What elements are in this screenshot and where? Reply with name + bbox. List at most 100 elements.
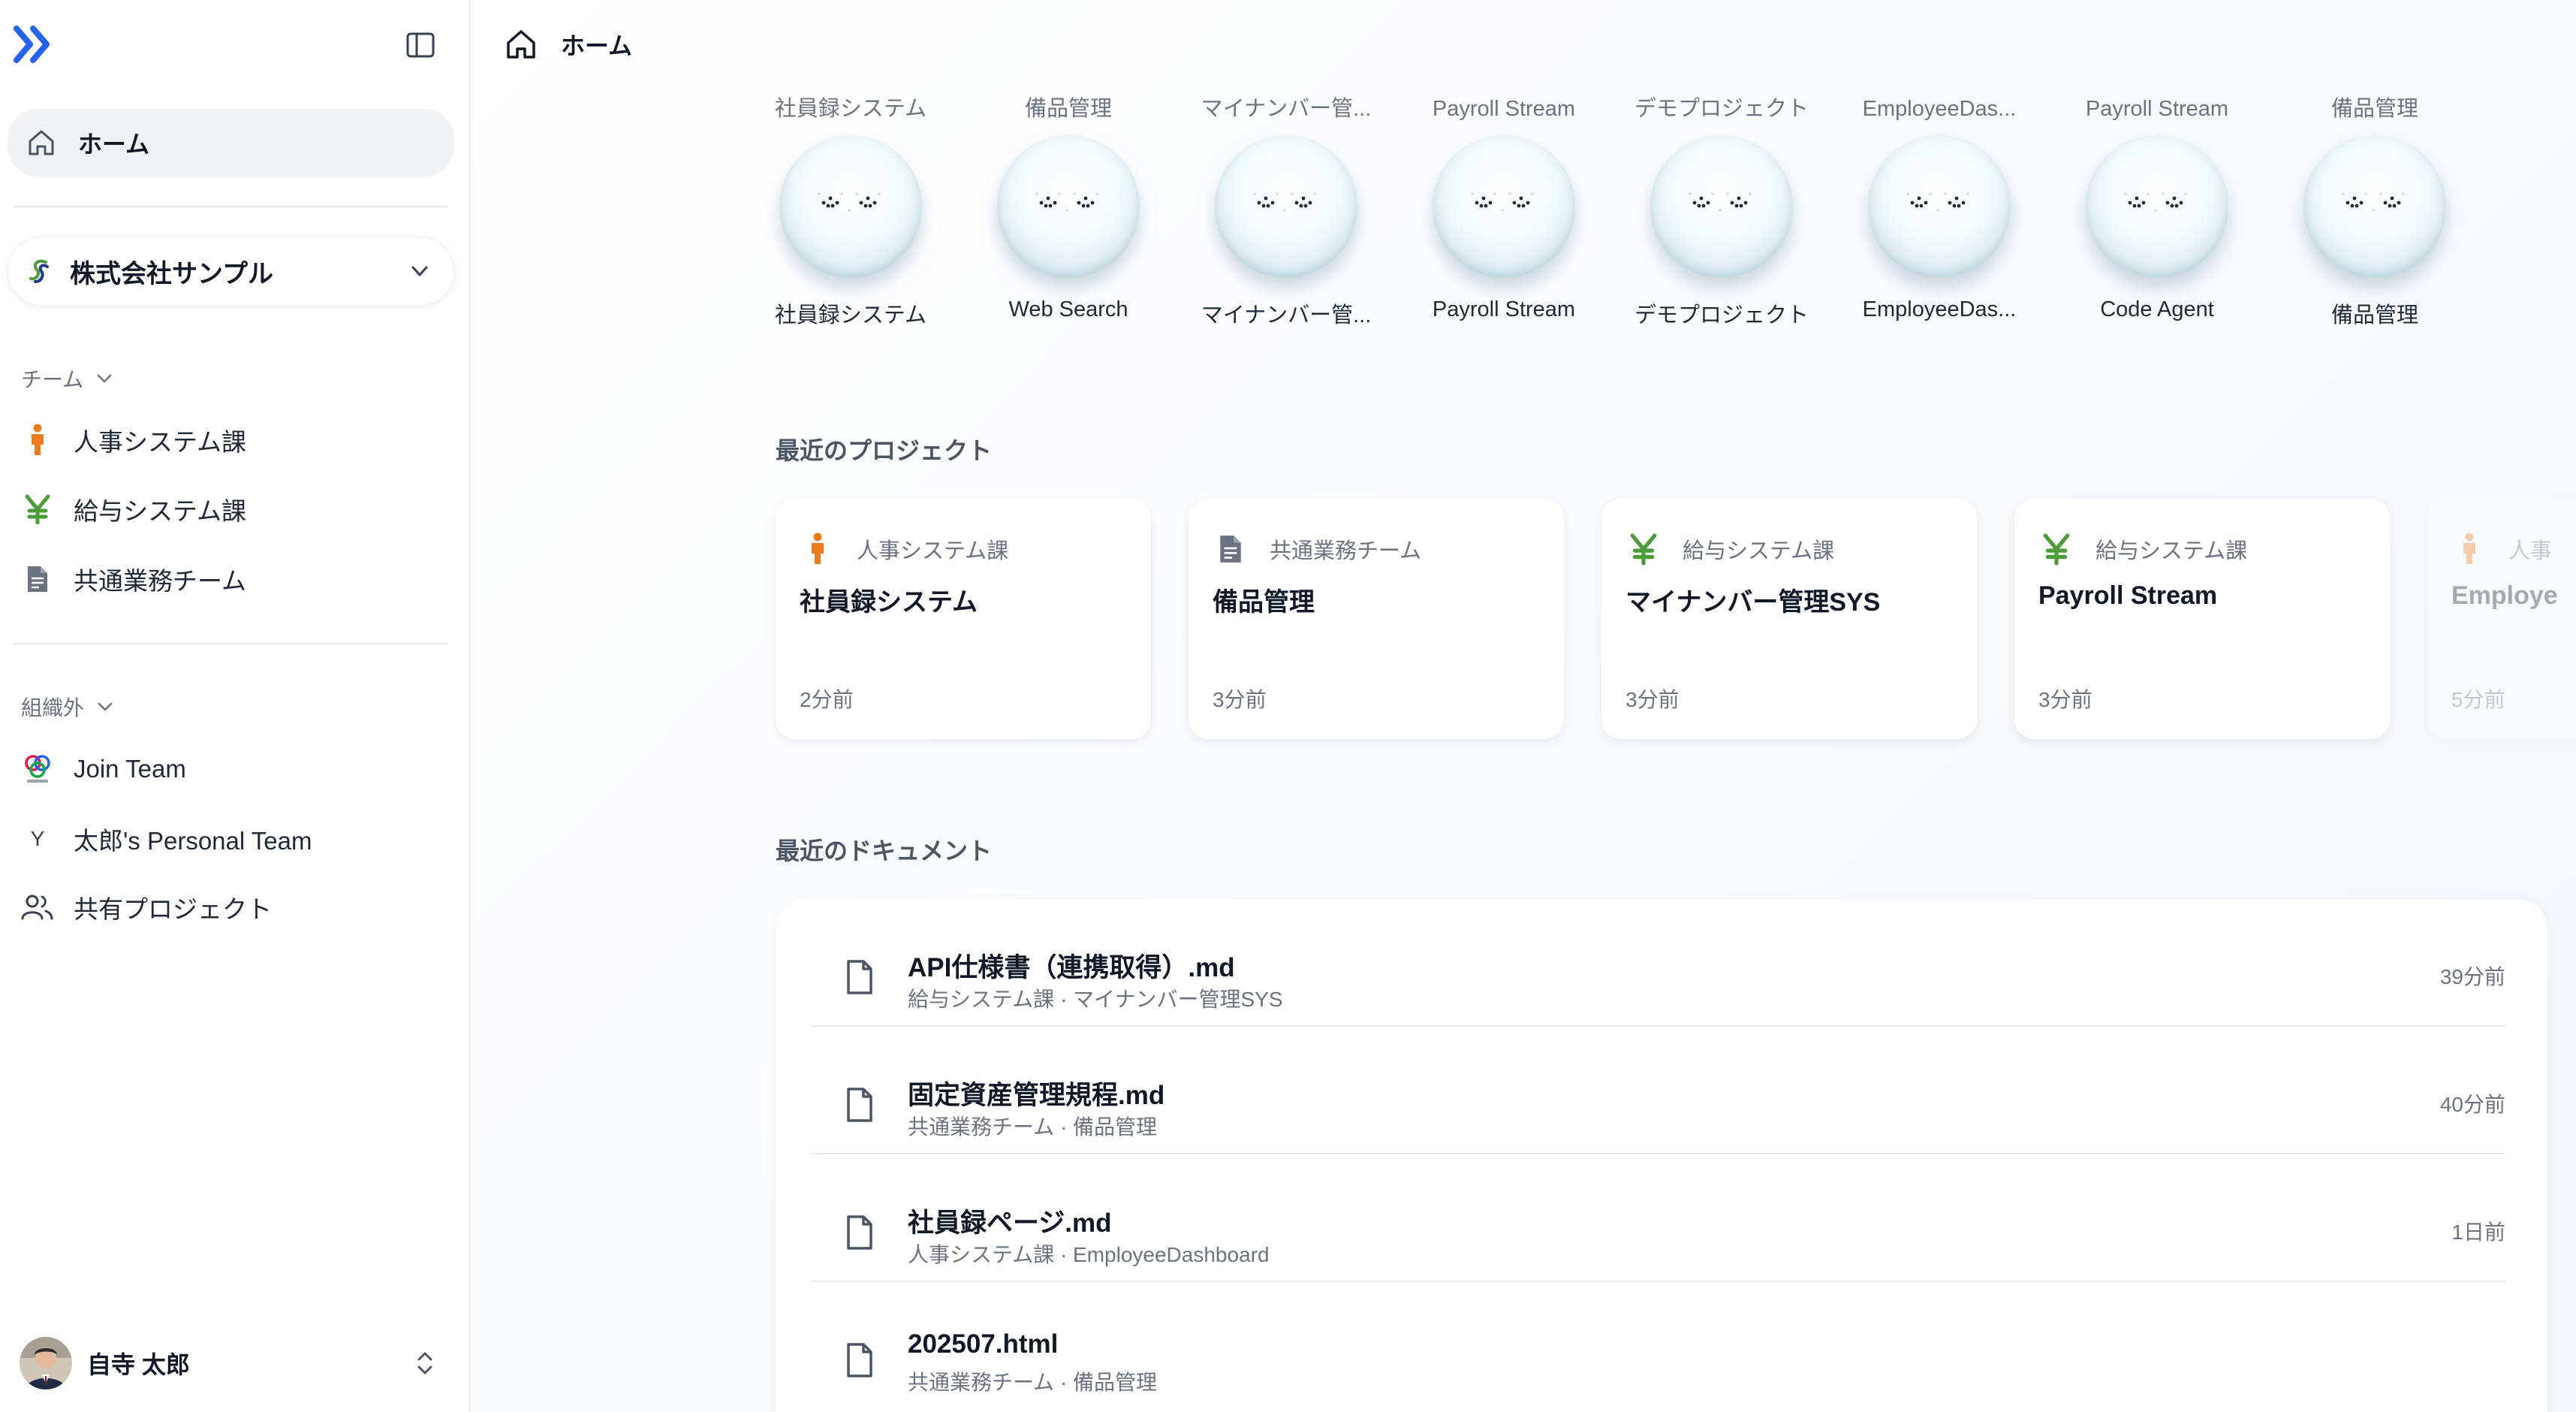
project-card[interactable]: 共通業務チーム 備品管理 3分前 — [1189, 499, 1564, 739]
yen-icon — [1625, 529, 1662, 569]
project-name: 備品管理 — [1213, 588, 1315, 617]
project-card[interactable]: 人事システム課 社員録システム 2分前 — [776, 499, 1151, 739]
project-team: 給与システム課 — [2038, 529, 2247, 569]
project-team: 人事システム課 — [800, 529, 1008, 569]
project-name: Employe — [2451, 581, 2558, 610]
agent-project-label: Payroll Stream — [2085, 97, 2229, 121]
section-label: チーム — [21, 368, 84, 391]
sidebar-item-common-ops[interactable]: 共通業務チーム — [18, 557, 446, 602]
agent-item[interactable]: 備品管理 Web Search — [978, 90, 1158, 345]
user-name: 自寺 太郎 — [87, 1351, 190, 1378]
project-team-label: 給与システム課 — [1683, 539, 1835, 563]
sidebar-item-label: ホーム — [78, 131, 150, 158]
project-team-label: 給与システム課 — [2095, 539, 2248, 563]
app-logo-icon[interactable] — [14, 26, 56, 63]
document-title: 固定資産管理規程.md — [908, 1081, 1165, 1110]
agent-avatar-icon — [1215, 135, 1357, 278]
agent-avatar-icon — [2086, 135, 2228, 278]
sidebar-item-label: Join Team — [74, 755, 186, 783]
organization-logo-icon — [29, 259, 49, 283]
sidebar: ホーム 株式会社サンプル チーム 人事システム課 給与システム課 共通業務チーム… — [0, 0, 471, 1412]
agent-item[interactable]: マイナンバー管... マイナンバー管... — [1196, 90, 1376, 345]
sidebar-item-home[interactable]: ホーム — [8, 109, 454, 176]
agent-name-label: 社員録システム — [774, 303, 927, 327]
sidebar-item-personal-team[interactable]: Y 太郎's Personal Team — [18, 816, 446, 861]
divider — [14, 206, 447, 207]
yen-icon — [2038, 529, 2074, 569]
file-icon — [847, 1215, 872, 1250]
project-card[interactable]: 給与システム課 マイナンバー管理SYS 3分前 — [1601, 499, 1977, 739]
project-updated-time: 5分前 — [2451, 688, 2505, 711]
yen-icon — [18, 490, 57, 529]
document-row[interactable]: 202507.html 共通業務チーム · 備品管理 — [812, 1282, 2505, 1410]
agent-name-label: マイナンバー管... — [1201, 303, 1372, 327]
agent-avatar-icon — [1433, 135, 1575, 278]
recent-documents-list: API仕様書（連携取得）.md 給与システム課 · マイナンバー管理SYS 39分前… — [776, 899, 2547, 1412]
recent-documents-heading: 最近のドキュメント — [776, 837, 993, 864]
file-icon — [847, 1343, 872, 1377]
person-icon — [2451, 529, 2487, 569]
project-updated-time: 3分前 — [1625, 688, 1680, 711]
project-updated-time: 3分前 — [2038, 688, 2092, 711]
agent-avatar-icon — [997, 135, 1140, 278]
agent-item[interactable]: 備品管理 備品管理 — [2285, 90, 2465, 345]
agent-item[interactable]: Payroll Stream Payroll Stream — [1414, 90, 1594, 345]
sidebar-item-label: 人事システム課 — [74, 428, 247, 456]
chevron-up-down-icon — [417, 1352, 432, 1374]
chevron-down-icon — [98, 702, 113, 711]
organization-select[interactable]: 株式会社サンプル — [8, 237, 454, 306]
project-team: 給与システム課 — [1625, 529, 1834, 569]
document-row[interactable]: API仕様書（連携取得）.md 給与システム課 · マイナンバー管理SYS 39分前 — [812, 899, 2505, 1027]
agent-name-label: デモプロジェクト — [1634, 303, 1809, 327]
document-updated-time: 39分前 — [2439, 965, 2505, 988]
document-path: 共通業務チーム · 備品管理 — [908, 1115, 1158, 1139]
agent-project-label: Payroll Stream — [1432, 97, 1576, 121]
agent-item[interactable]: デモプロジェクト デモプロジェクト — [1631, 90, 1812, 345]
external-section-toggle[interactable]: 組織外 — [21, 692, 116, 722]
document-icon — [18, 560, 57, 599]
document-row[interactable]: 社員録ページ.md 人事システム課 · EmployeeDashboard 1日前 — [812, 1154, 2505, 1282]
agent-item[interactable]: 社員録システム 社員録システム — [761, 90, 941, 345]
sidebar-panel-icon — [406, 32, 435, 58]
project-card[interactable]: 給与システム課 Payroll Stream 3分前 — [2014, 499, 2390, 739]
agent-avatar-icon — [2303, 135, 2446, 278]
page-title: ホーム — [561, 32, 633, 59]
agent-project-label: 備品管理 — [2330, 97, 2418, 121]
home-icon — [507, 30, 535, 59]
agent-project-label: 備品管理 — [1024, 97, 1112, 121]
team-section-toggle[interactable]: チーム — [21, 364, 115, 394]
initial-badge-icon: Y — [18, 819, 57, 858]
document-icon — [1213, 529, 1249, 569]
project-team: 共通業務チーム — [1213, 529, 1421, 569]
person-icon — [800, 529, 836, 569]
person-icon — [18, 421, 57, 460]
agent-project-label: EmployeeDas... — [1862, 97, 2017, 121]
recent-projects-heading: 最近のプロジェクト — [776, 437, 993, 464]
sidebar-item-hr-system[interactable]: 人事システム課 — [18, 418, 446, 463]
document-path: 共通業務チーム · 備品管理 — [908, 1371, 1158, 1394]
user-menu[interactable]: 自寺 太郎 — [20, 1335, 447, 1391]
join-logo-icon — [18, 750, 57, 789]
agent-project-label: 社員録システム — [774, 97, 927, 121]
project-updated-time: 2分前 — [800, 688, 854, 711]
agent-item[interactable]: Payroll Stream Code Agent — [2067, 90, 2247, 345]
sidebar-toggle-button[interactable] — [402, 29, 438, 62]
project-card[interactable]: 人事 Employe 5分前 — [2427, 499, 2576, 739]
sidebar-item-label: 給与システム課 — [74, 497, 247, 525]
chevron-down-icon — [97, 374, 112, 383]
sidebar-item-label: 共通業務チーム — [74, 567, 247, 595]
agent-item[interactable]: EmployeeDas... EmployeeDas... — [1849, 90, 2029, 345]
home-icon — [29, 130, 54, 155]
sidebar-item-payroll-system[interactable]: 給与システム課 — [18, 487, 446, 532]
sidebar-item-join-team[interactable]: Join Team — [18, 747, 446, 792]
agent-name-label: Web Search — [1008, 297, 1128, 321]
sidebar-item-label: 太郎's Personal Team — [74, 827, 312, 855]
initial-badge-letter: Y — [30, 827, 45, 850]
agent-avatar-icon — [779, 135, 922, 278]
agent-name-label: EmployeeDas... — [1862, 297, 2017, 321]
sidebar-item-shared-projects[interactable]: 共有プロジェクト — [18, 885, 446, 930]
organization-name: 株式会社サンプル — [70, 259, 273, 288]
agent-name-label: Payroll Stream — [1432, 297, 1576, 321]
document-row[interactable]: 固定資産管理規程.md 共通業務チーム · 備品管理 40分前 — [812, 1027, 2505, 1154]
agent-avatar-icon — [1650, 135, 1793, 278]
